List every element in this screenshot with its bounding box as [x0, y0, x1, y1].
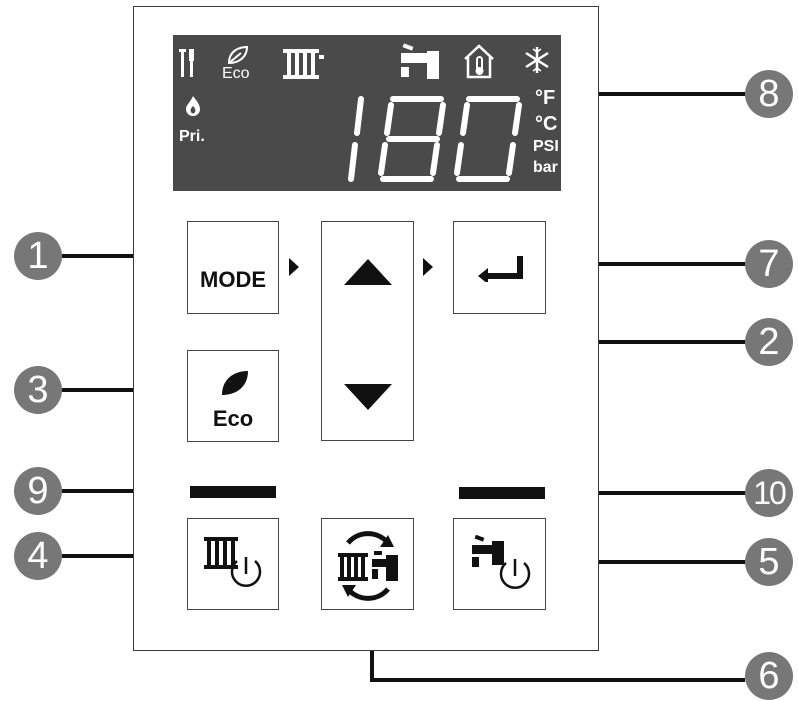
primary-indicator-label: Pri.	[179, 128, 205, 145]
hot-water-tap-icon	[401, 43, 439, 79]
radiator-tap-cycle-icon	[338, 531, 398, 601]
service-wrench-icon	[179, 49, 194, 77]
callout-6: 6	[745, 652, 793, 700]
frost-snowflake-icon	[525, 47, 549, 73]
callout-3: 3	[14, 366, 62, 414]
eco-leaf-icon	[222, 371, 248, 395]
heating-hot-water-switch-button[interactable]	[321, 518, 414, 610]
unit-psi: PSI	[533, 138, 559, 155]
temperature-digits	[348, 96, 522, 182]
down-arrow-icon[interactable]	[342, 382, 394, 412]
tap-power-icon	[472, 535, 531, 589]
digit-1-segment	[354, 96, 364, 136]
callout-10: 10	[745, 469, 793, 517]
enter-button[interactable]	[453, 221, 546, 314]
eco-leaf-icon	[227, 45, 249, 65]
unit-celsius: °C	[535, 113, 558, 135]
callout-9: 9	[14, 467, 62, 515]
callout-4: 4	[14, 532, 62, 580]
house-thermometer-icon	[464, 44, 494, 79]
radiator-icon	[283, 49, 324, 79]
unit-bar: bar	[533, 159, 558, 176]
eco-button-label: Eco	[212, 406, 254, 431]
enter-next-arrow-icon	[423, 258, 433, 276]
callout-7: 7	[745, 240, 793, 288]
up-arrow-icon[interactable]	[342, 257, 394, 287]
unit-fahrenheit: °F	[535, 87, 556, 109]
callout-2: 2	[745, 318, 793, 366]
callout-8: 8	[745, 70, 793, 118]
eco-indicator-label: Eco	[222, 65, 250, 82]
heating-status-indicator	[190, 486, 276, 498]
up-down-button[interactable]	[321, 221, 414, 441]
callout-5: 5	[745, 538, 793, 586]
hot-water-status-indicator	[459, 487, 545, 499]
eco-button[interactable]: Eco	[187, 350, 279, 442]
lcd-display: Eco Pri. °F °C PSI bar	[173, 35, 561, 191]
mode-button[interactable]: MODE	[187, 221, 279, 314]
callout-1: 1	[14, 232, 62, 280]
digit-8-segments	[378, 96, 446, 182]
mode-next-arrow-icon	[289, 258, 299, 276]
radiator-power-icon	[204, 537, 262, 587]
heating-power-button[interactable]	[187, 518, 279, 610]
hot-water-power-button[interactable]	[453, 518, 546, 610]
digit-0-segments	[454, 96, 522, 182]
mode-button-label: MODE	[200, 267, 266, 292]
flame-icon	[186, 96, 200, 116]
enter-return-icon	[478, 256, 523, 282]
